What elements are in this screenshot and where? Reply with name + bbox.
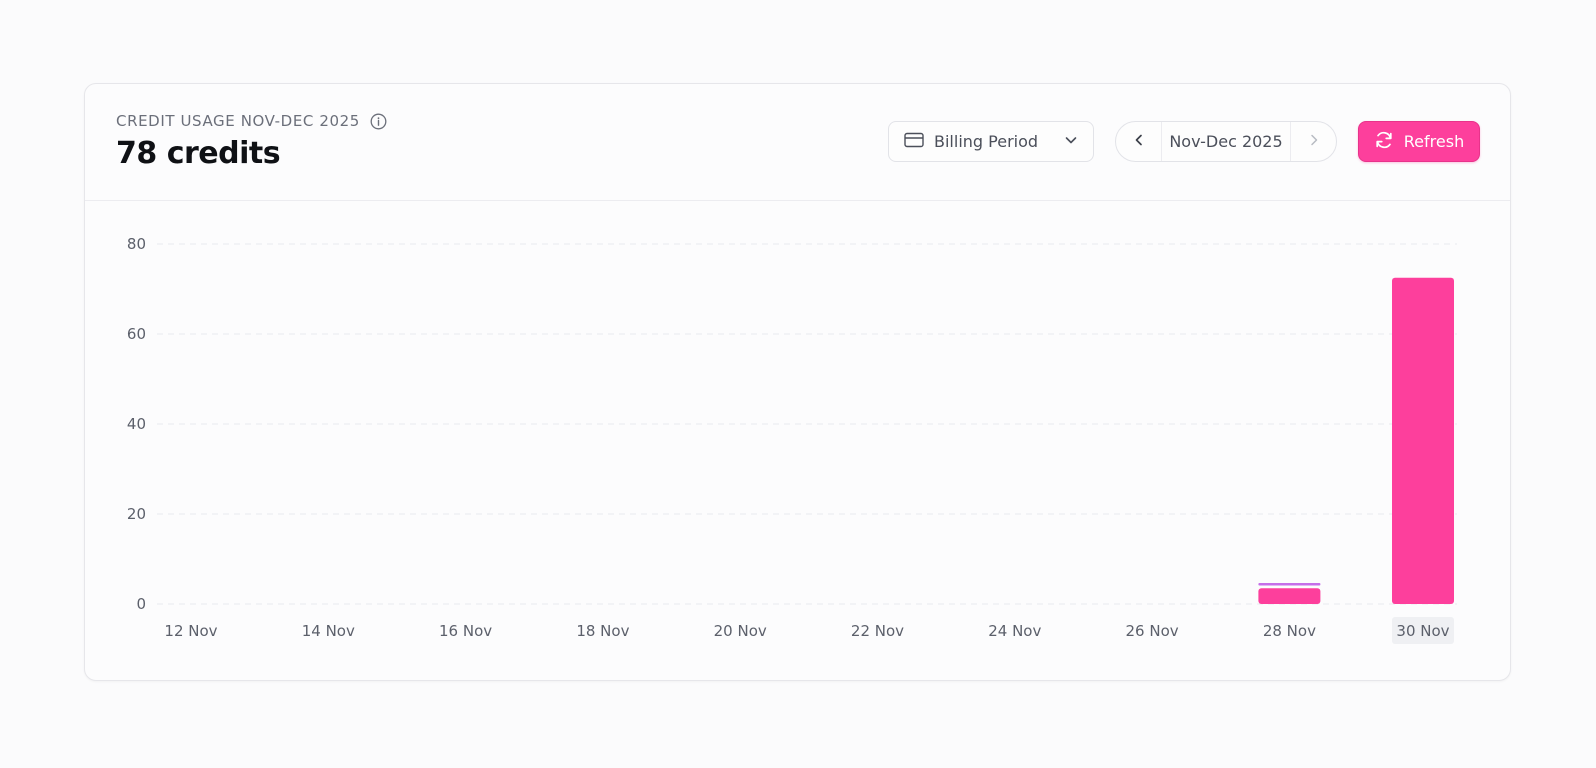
chevron-down-icon: [1064, 132, 1078, 151]
y-tick-label: 20: [127, 505, 146, 523]
period-navigator: Nov-Dec 2025: [1115, 121, 1337, 162]
x-tick-label: 18 Nov: [576, 622, 629, 640]
card-header: CREDIT USAGE NOV-DEC 2025 78 credits Bil…: [85, 84, 1510, 201]
refresh-button[interactable]: Refresh: [1358, 121, 1480, 162]
title-row: CREDIT USAGE NOV-DEC 2025: [116, 112, 387, 130]
current-period: Nov-Dec 2025: [1169, 132, 1283, 151]
next-period-button[interactable]: [1290, 122, 1336, 161]
bar: [1392, 277, 1454, 604]
credit-usage-card: CREDIT USAGE NOV-DEC 2025 78 credits Bil…: [84, 83, 1511, 681]
billing-period-label: Billing Period: [934, 132, 1039, 151]
x-tick-label: 28 Nov: [1263, 622, 1316, 640]
header-controls: Billing Period Nov-Dec 2025 Refresh: [888, 121, 1480, 162]
credit-card-icon: [904, 132, 924, 152]
x-tick-label: 16 Nov: [439, 622, 492, 640]
x-tick-label: 24 Nov: [988, 622, 1041, 640]
x-tick-label: 30 Nov: [1396, 622, 1449, 640]
previous-period-button[interactable]: [1116, 122, 1162, 161]
x-tick-label: 14 Nov: [302, 622, 355, 640]
y-tick-label: 0: [136, 595, 146, 613]
x-tick-label: 22 Nov: [851, 622, 904, 640]
header-left: CREDIT USAGE NOV-DEC 2025 78 credits: [116, 112, 387, 171]
y-tick-label: 40: [127, 415, 146, 433]
x-tick-label: 12 Nov: [164, 622, 217, 640]
refresh-icon: [1374, 130, 1394, 154]
y-tick-label: 60: [127, 325, 146, 343]
chevron-left-icon: [1132, 132, 1146, 151]
bar-segment: [1258, 583, 1321, 586]
billing-period-select[interactable]: Billing Period: [888, 121, 1094, 162]
x-tick-label: 26 Nov: [1126, 622, 1179, 640]
credit-usage-chart: 0 20 40 60 80 12 Nov 14 Nov 16 Nov 18 Nov 20 Nov 2…: [127, 235, 1457, 644]
usage-title: CREDIT USAGE NOV-DEC 2025: [116, 112, 360, 130]
bar: [1258, 588, 1321, 604]
x-tick-label: 20 Nov: [714, 622, 767, 640]
y-tick-label: 80: [127, 235, 146, 253]
refresh-label: Refresh: [1403, 132, 1465, 151]
info-icon[interactable]: [370, 113, 387, 130]
total-credits: 78 credits: [116, 136, 281, 171]
chevron-right-icon: [1307, 132, 1321, 151]
